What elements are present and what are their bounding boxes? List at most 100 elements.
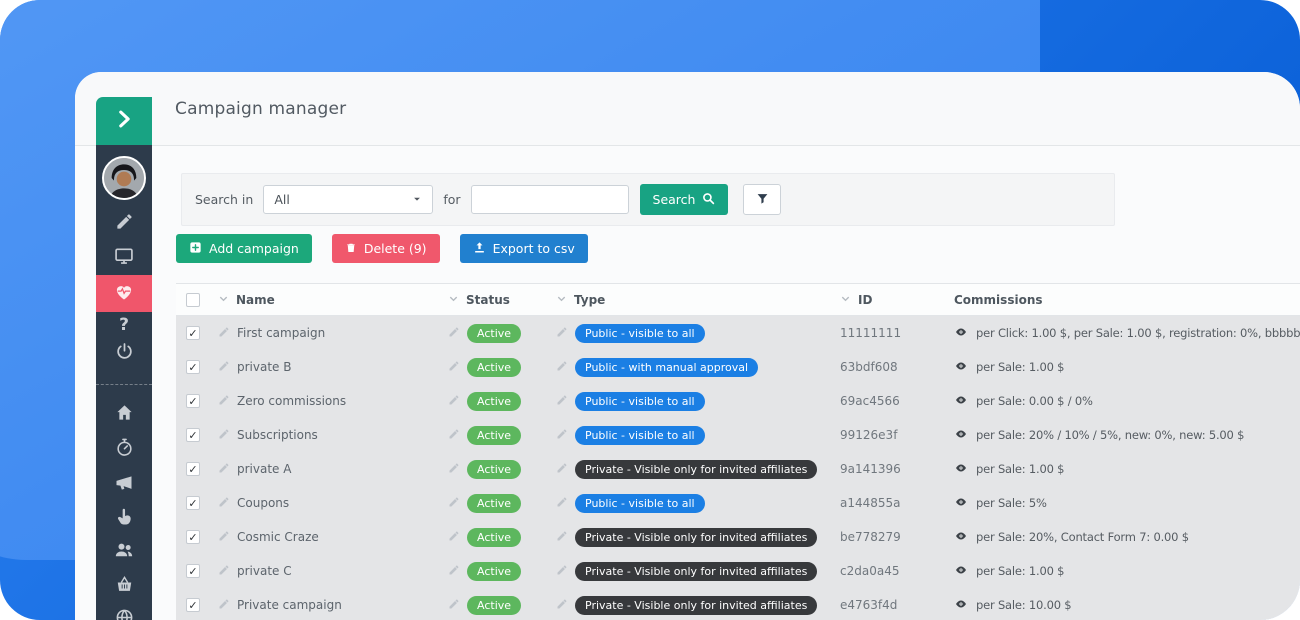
edit-pencil-icon[interactable] xyxy=(556,394,568,409)
edit-pencil-icon[interactable] xyxy=(448,530,460,545)
basket-icon xyxy=(115,575,134,598)
sidebar-item-timer[interactable] xyxy=(96,438,152,461)
edit-pencil-icon[interactable] xyxy=(556,530,568,545)
globe-icon xyxy=(115,608,134,620)
edit-pencil-icon[interactable] xyxy=(218,564,230,579)
eye-icon[interactable] xyxy=(954,598,968,613)
export-csv-button[interactable]: Export to csv xyxy=(460,234,588,263)
type-badge[interactable]: Private - Visible only for invited affil… xyxy=(575,460,817,479)
edit-pencil-icon[interactable] xyxy=(218,326,230,341)
edit-pencil-icon[interactable] xyxy=(448,360,460,375)
sidebar-item-home[interactable] xyxy=(96,403,152,426)
search-input[interactable] xyxy=(471,185,629,214)
status-badge[interactable]: Active xyxy=(467,528,521,547)
edit-pencil-icon[interactable] xyxy=(556,564,568,579)
eye-icon[interactable] xyxy=(954,326,968,341)
campaign-name: First campaign xyxy=(237,326,325,340)
type-badge[interactable]: Private - Visible only for invited affil… xyxy=(575,562,817,581)
avatar[interactable] xyxy=(96,156,152,200)
edit-pencil-icon[interactable] xyxy=(218,598,230,613)
row-checkbox[interactable]: ✓ xyxy=(186,530,200,544)
column-header-status[interactable]: Status xyxy=(440,293,548,307)
status-badge[interactable]: Active xyxy=(467,392,521,411)
type-badge[interactable]: Public - visible to all xyxy=(575,426,705,445)
search-button-label: Search xyxy=(653,192,696,207)
eye-icon[interactable] xyxy=(954,496,968,511)
type-badge[interactable]: Private - Visible only for invited affil… xyxy=(575,596,817,615)
edit-pencil-icon[interactable] xyxy=(556,326,568,341)
status-badge[interactable]: Active xyxy=(467,460,521,479)
edit-pencil-icon[interactable] xyxy=(448,564,460,579)
edit-pencil-icon[interactable] xyxy=(556,462,568,477)
eye-icon[interactable] xyxy=(954,428,968,443)
row-checkbox[interactable]: ✓ xyxy=(186,360,200,374)
eye-icon[interactable] xyxy=(954,394,968,409)
sidebar-toggle-button[interactable] xyxy=(96,97,152,145)
type-badge[interactable]: Private - Visible only for invited affil… xyxy=(575,528,817,547)
row-checkbox[interactable]: ✓ xyxy=(186,394,200,408)
edit-pencil-icon[interactable] xyxy=(218,530,230,545)
row-checkbox[interactable]: ✓ xyxy=(186,326,200,340)
column-header-type[interactable]: Type xyxy=(548,293,832,307)
sidebar-item-globe[interactable] xyxy=(96,608,152,620)
row-checkbox[interactable]: ✓ xyxy=(186,462,200,476)
search-button[interactable]: Search xyxy=(640,184,729,215)
status-badge[interactable]: Active xyxy=(467,596,521,615)
commissions-text: per Sale: 20% / 10% / 5%, new: 0%, new: … xyxy=(976,428,1244,442)
edit-pencil-icon[interactable] xyxy=(556,428,568,443)
edit-pencil-icon[interactable] xyxy=(448,394,460,409)
eye-icon[interactable] xyxy=(954,530,968,545)
sidebar-item-basket[interactable] xyxy=(96,575,152,598)
sidebar-item-display[interactable] xyxy=(96,246,152,270)
eye-icon[interactable] xyxy=(954,360,968,375)
search-for-label: for xyxy=(443,192,460,207)
search-field-select[interactable]: All xyxy=(263,185,433,214)
sidebar-item-edit[interactable] xyxy=(96,212,152,235)
edit-pencil-icon[interactable] xyxy=(448,496,460,511)
status-badge[interactable]: Active xyxy=(467,358,521,377)
campaign-name: private A xyxy=(237,462,291,476)
campaign-id: be778279 xyxy=(840,530,901,544)
edit-pencil-icon[interactable] xyxy=(218,462,230,477)
eye-icon[interactable] xyxy=(954,462,968,477)
edit-pencil-icon[interactable] xyxy=(218,428,230,443)
edit-pencil-icon[interactable] xyxy=(556,360,568,375)
edit-pencil-icon[interactable] xyxy=(448,428,460,443)
sidebar-item-power[interactable] xyxy=(96,342,152,365)
table-row: ✓ private A Active Private - Visible onl… xyxy=(176,452,1300,486)
status-badge[interactable]: Active xyxy=(467,426,521,445)
sidebar-item-users[interactable] xyxy=(96,540,152,564)
column-header-name[interactable]: Name xyxy=(210,293,440,307)
edit-pencil-icon[interactable] xyxy=(218,496,230,511)
sidebar-item-affiliate-active[interactable] xyxy=(96,275,152,312)
edit-pencil-icon[interactable] xyxy=(218,394,230,409)
column-header-id[interactable]: ID xyxy=(832,293,946,307)
edit-pencil-icon[interactable] xyxy=(218,360,230,375)
edit-pencil-icon[interactable] xyxy=(448,462,460,477)
add-campaign-button[interactable]: Add campaign xyxy=(176,234,312,263)
edit-pencil-icon[interactable] xyxy=(556,496,568,511)
delete-button[interactable]: Delete (9) xyxy=(332,234,440,263)
status-badge[interactable]: Active xyxy=(467,324,521,343)
row-checkbox[interactable]: ✓ xyxy=(186,496,200,510)
type-badge[interactable]: Public - visible to all xyxy=(575,494,705,513)
app-header: Campaign manager xyxy=(75,72,1300,146)
edit-pencil-icon[interactable] xyxy=(448,598,460,613)
filter-button[interactable] xyxy=(743,184,781,215)
eye-icon[interactable] xyxy=(954,564,968,579)
type-badge[interactable]: Public - visible to all xyxy=(575,392,705,411)
sidebar-item-help[interactable]: ? xyxy=(96,315,152,335)
edit-pencil-icon[interactable] xyxy=(448,326,460,341)
column-label: Type xyxy=(574,293,605,307)
sidebar-item-pointer[interactable] xyxy=(96,508,152,530)
row-checkbox[interactable]: ✓ xyxy=(186,564,200,578)
sidebar-item-announcements[interactable] xyxy=(96,473,152,497)
status-badge[interactable]: Active xyxy=(467,494,521,513)
type-badge[interactable]: Public - with manual approval xyxy=(575,358,758,377)
edit-pencil-icon[interactable] xyxy=(556,598,568,613)
row-checkbox[interactable]: ✓ xyxy=(186,428,200,442)
status-badge[interactable]: Active xyxy=(467,562,521,581)
type-badge[interactable]: Public - visible to all xyxy=(575,324,705,343)
select-all-checkbox[interactable] xyxy=(186,293,200,307)
row-checkbox[interactable]: ✓ xyxy=(186,598,200,612)
